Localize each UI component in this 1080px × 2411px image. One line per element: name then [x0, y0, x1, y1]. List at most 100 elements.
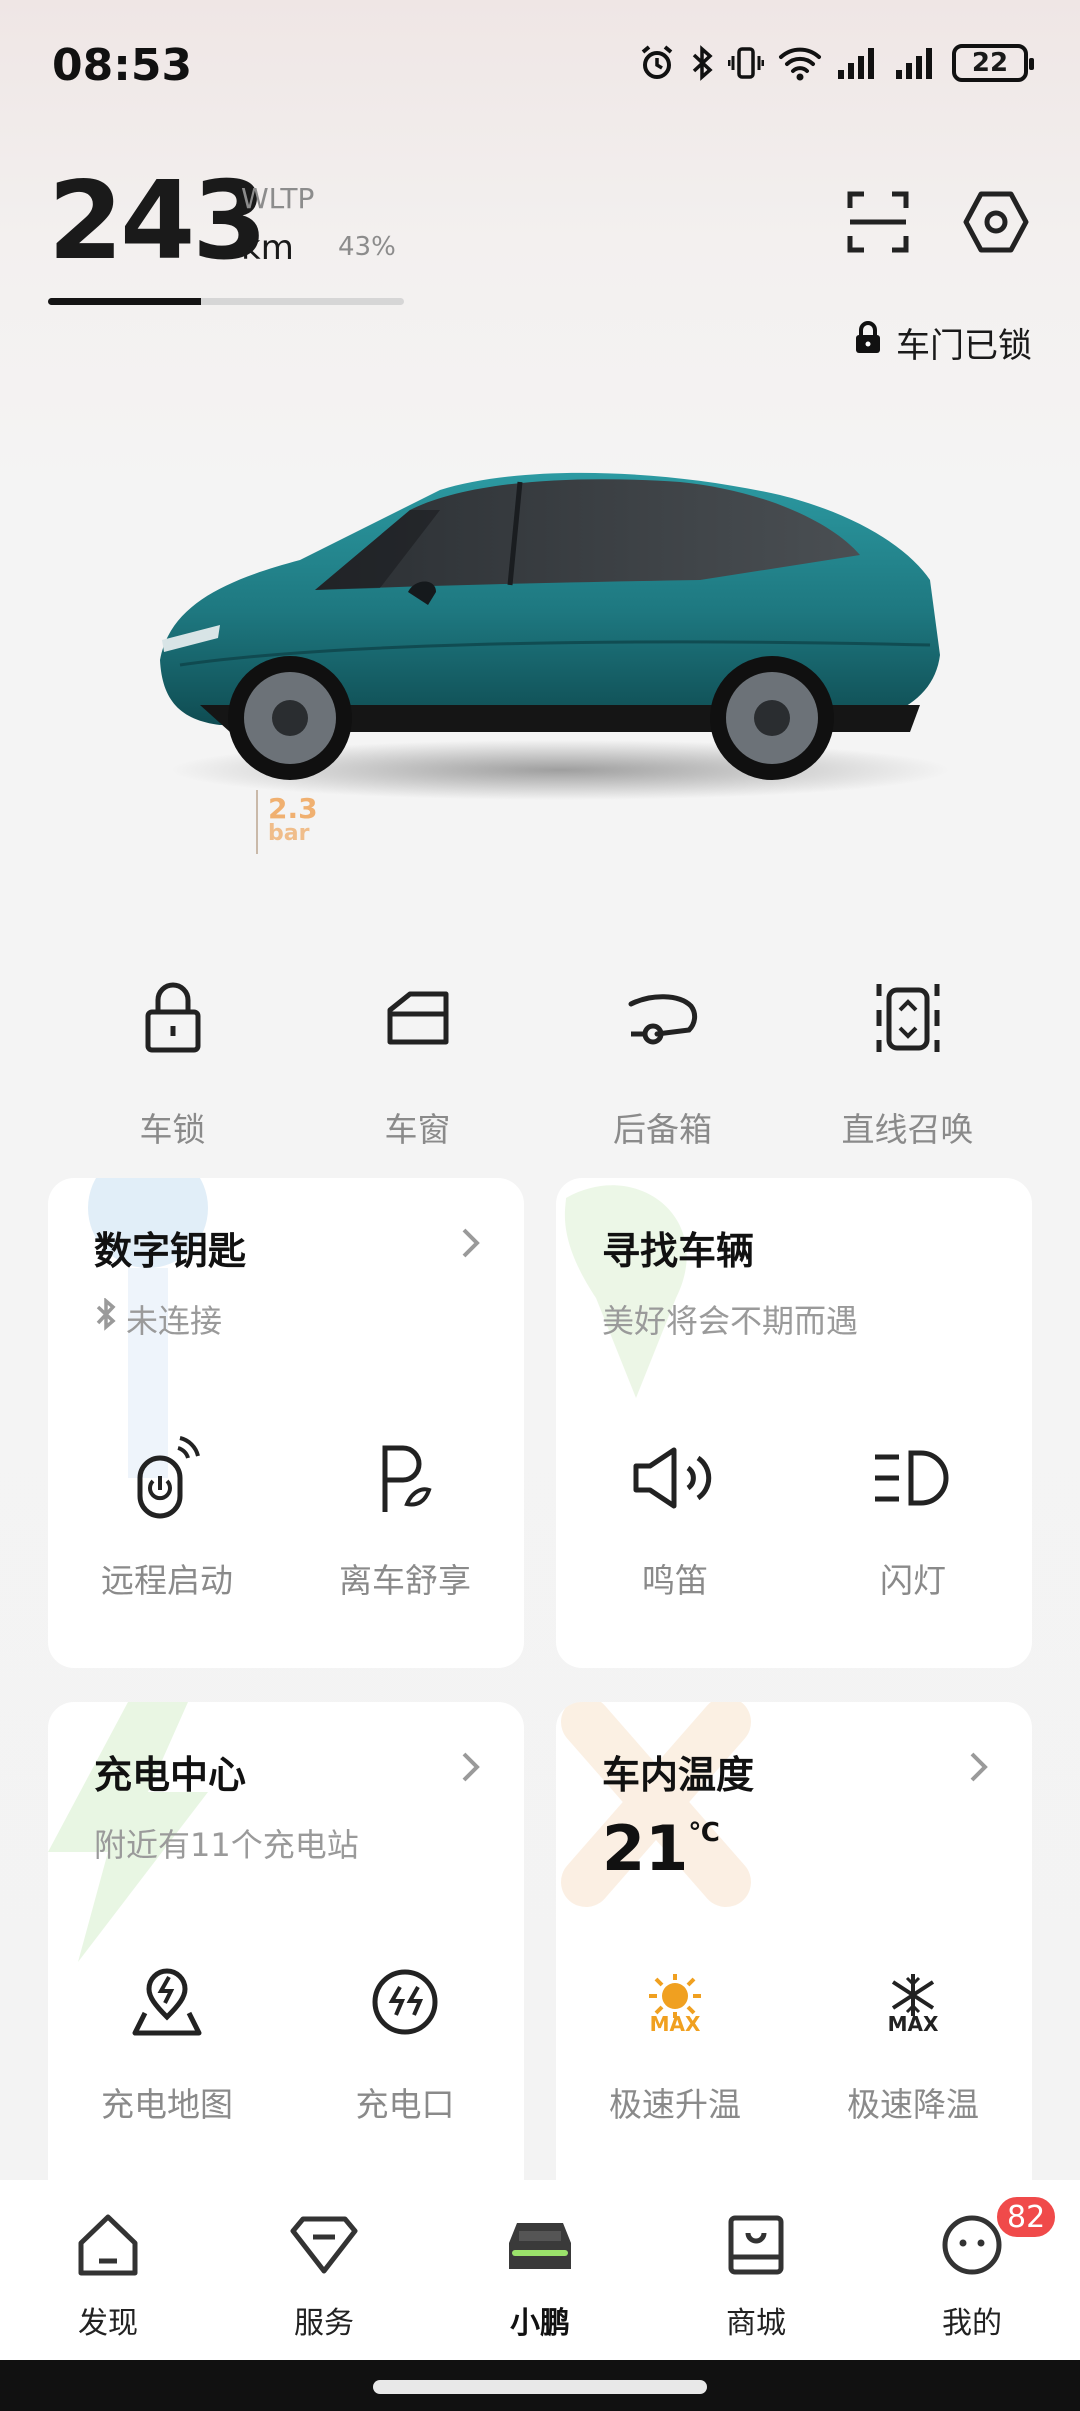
window-icon — [386, 990, 450, 1050]
car-image[interactable] — [140, 470, 960, 800]
nav-label: 我的 — [942, 2306, 1002, 2341]
nav-discover[interactable]: 发现 — [0, 2180, 216, 2360]
status-time: 08:53 — [52, 40, 193, 91]
range-bar — [48, 298, 404, 305]
parking-comfort-icon — [377, 1442, 433, 1518]
range-display: 243 WLTP km 43% — [48, 159, 396, 284]
card-climate[interactable]: 车内温度 21℃ MAX 极速升温 MAX 极速降温 — [556, 1702, 1032, 2222]
remote-start-button[interactable]: 远程启动 — [48, 1436, 286, 1602]
remote-start-icon — [134, 1436, 200, 1524]
action-label: 极速降温 — [847, 2085, 979, 2124]
trunk-icon — [627, 990, 699, 1050]
settings-button[interactable] — [960, 188, 1032, 260]
charging-port-button[interactable]: 充电口 — [286, 1964, 524, 2126]
quick-action-label: 直线召唤 — [841, 1110, 974, 1149]
cabin-temperature: 21℃ — [602, 1812, 720, 1885]
signal-icon-2 — [894, 44, 938, 82]
scan-button[interactable] — [842, 188, 914, 260]
max-cool-button[interactable]: MAX 极速降温 — [794, 1964, 1032, 2126]
action-label: 离车舒享 — [339, 1561, 471, 1600]
service-icon — [289, 2215, 359, 2279]
card-title: 数字钥匙 — [94, 1229, 247, 1273]
nav-label: 发现 — [78, 2306, 138, 2341]
digital-key-status: 未连接 — [94, 1296, 222, 1342]
status-bar: 08:53 22 — [0, 0, 1080, 140]
signal-icon — [836, 44, 880, 82]
battery-level: 22 — [971, 48, 1009, 78]
chevron-right-icon — [460, 1226, 482, 1264]
parking-comfort-button[interactable]: 离车舒享 — [286, 1440, 524, 1602]
bottom-nav: 发现 服务 小鹏 商城 我的 82 — [0, 2180, 1080, 2360]
digital-key-status-text: 未连接 — [126, 1302, 223, 1340]
nav-label: 商城 — [726, 2306, 786, 2341]
nav-store[interactable]: 商城 — [648, 2180, 864, 2360]
door-lock-status: 车门已锁 — [854, 318, 1032, 367]
card-actions: 远程启动 离车舒享 — [48, 1436, 524, 1602]
discover-icon — [75, 2213, 141, 2281]
tire-pressure-unit: bar — [268, 821, 310, 846]
card-digital-key[interactable]: 数字钥匙 未连接 远程启动 离车舒享 — [48, 1178, 524, 1668]
range-unit: km — [241, 228, 294, 268]
home-indicator[interactable] — [373, 2380, 707, 2394]
quick-action-label: 后备箱 — [613, 1110, 712, 1149]
scan-icon — [846, 190, 910, 258]
chevron-right-icon — [968, 1750, 990, 1788]
range-value: 243 — [48, 159, 267, 284]
card-charging[interactable]: 充电中心 附近有11个充电站 充电地图 充电口 — [48, 1702, 524, 2222]
charging-map-icon — [131, 1967, 203, 2041]
flash-lights-button[interactable]: 闪灯 — [794, 1440, 1032, 1602]
store-icon — [726, 2213, 786, 2281]
tire-pressure: 2.3 bar — [268, 792, 318, 846]
lock-icon — [143, 982, 203, 1058]
card-actions: 鸣笛 闪灯 — [556, 1440, 1032, 1602]
temperature-value: 21 — [602, 1812, 689, 1885]
nav-label: 服务 — [294, 2306, 354, 2341]
charging-port-icon — [370, 1967, 440, 2041]
action-label: 充电口 — [355, 2085, 455, 2124]
nav-service[interactable]: 服务 — [216, 2180, 432, 2360]
find-vehicle-subtitle: 美好将会不期而遇 — [602, 1302, 859, 1340]
quick-actions: 车锁 车窗 后备箱 直线召唤 — [50, 975, 1030, 1151]
quick-action-label: 车锁 — [139, 1110, 206, 1149]
action-label: 极速升温 — [609, 2085, 741, 2124]
headlight-icon — [871, 1447, 955, 1513]
range-bar-fill — [48, 298, 202, 305]
action-label: 远程启动 — [101, 1561, 233, 1600]
card-title: 寻找车辆 — [602, 1229, 755, 1273]
max-cool-icon: MAX — [879, 1972, 947, 2036]
card-title: 车内温度 — [602, 1753, 755, 1797]
alarm-icon — [638, 44, 676, 82]
charging-subtitle: 附近有11个充电站 — [94, 1826, 359, 1864]
action-label: 闪灯 — [880, 1561, 946, 1600]
chevron-right-icon — [460, 1750, 482, 1788]
quick-action-trunk[interactable]: 后备箱 — [540, 975, 785, 1151]
max-heat-label: MAX — [649, 2012, 701, 2036]
tire-pressure-line — [256, 790, 258, 854]
quick-action-summon[interactable]: 直线召唤 — [785, 975, 1030, 1151]
max-cool-label: MAX — [887, 2012, 939, 2036]
horn-button[interactable]: 鸣笛 — [556, 1440, 794, 1602]
summon-icon — [875, 980, 941, 1060]
nav-profile[interactable]: 我的 82 — [864, 2180, 1080, 2360]
vibrate-icon — [728, 44, 764, 82]
card-title: 充电中心 — [94, 1753, 247, 1797]
nav-label: 小鹏 — [510, 2306, 570, 2341]
max-heat-button[interactable]: MAX 极速升温 — [556, 1964, 794, 2126]
quick-action-lock[interactable]: 车锁 — [50, 975, 295, 1151]
charging-map-button[interactable]: 充电地图 — [48, 1964, 286, 2126]
horn-icon — [632, 1446, 718, 1514]
card-actions: MAX 极速升温 MAX 极速降温 — [556, 1964, 1032, 2126]
nav-xiaopeng[interactable]: 小鹏 — [432, 2180, 648, 2360]
battery-icon: 22 — [952, 44, 1034, 82]
lock-status-text: 车门已锁 — [896, 326, 1032, 366]
max-heat-icon: MAX — [641, 1972, 709, 2036]
settings-icon — [963, 189, 1029, 259]
action-label: 充电地图 — [101, 2085, 233, 2124]
card-actions: 充电地图 充电口 — [48, 1964, 524, 2126]
action-label: 鸣笛 — [642, 1561, 708, 1600]
bluetooth-icon — [94, 1297, 118, 1340]
quick-action-window[interactable]: 车窗 — [295, 975, 540, 1151]
card-find-vehicle[interactable]: 寻找车辆 美好将会不期而遇 鸣笛 闪灯 — [556, 1178, 1032, 1668]
battery-percent: 43% — [338, 232, 396, 262]
wifi-icon — [778, 44, 822, 82]
